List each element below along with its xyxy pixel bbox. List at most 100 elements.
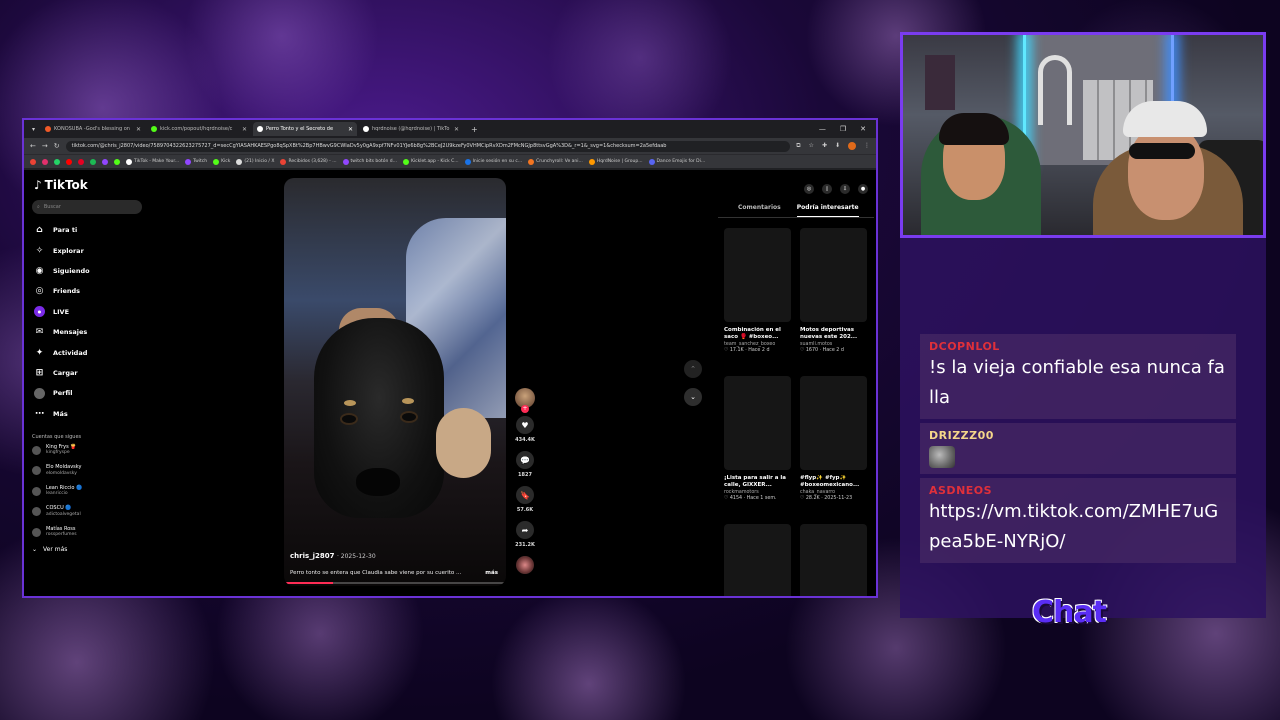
download-video-icon[interactable]: ⇩ <box>840 184 850 194</box>
following-item[interactable]: Lean Riccio 🔵 leanriccio <box>32 481 142 502</box>
video-thumbnail[interactable] <box>724 228 791 322</box>
action-count: 1827 <box>518 472 532 478</box>
chevron-down-icon: ⌄ <box>32 546 38 554</box>
video-thumbnail[interactable] <box>800 524 867 596</box>
previous-video-button[interactable]: ⌃ <box>684 360 702 378</box>
close-icon[interactable]: ✕ <box>860 125 866 133</box>
suggested-video-card[interactable] <box>800 524 867 596</box>
device-icon[interactable]: ▯ <box>822 184 832 194</box>
following-names: Elo Moldavsky elomoldavsky <box>46 464 81 477</box>
tiktok-logo[interactable]: ♪ TikTok <box>34 178 142 192</box>
browser-tab[interactable]: Perro Tonto y el Secreto de ✕ <box>253 122 358 136</box>
url-field[interactable]: tiktok.com/@chris_j2807/video/7589704322… <box>65 140 791 152</box>
bookmark-item[interactable]: (21) Inicio / X <box>236 158 275 165</box>
bookmark-favicon-icon[interactable] <box>54 158 60 165</box>
bookmark-favicon-icon[interactable] <box>78 158 84 165</box>
share-icon[interactable]: ➦ <box>516 521 534 539</box>
minimize-icon[interactable]: — <box>819 125 826 133</box>
browser-tab[interactable]: KONOSUBA -God's blessing on ✕ <box>41 122 145 136</box>
forward-icon[interactable]: → <box>42 142 48 150</box>
suggested-video-card[interactable]: #flyp✨ #fyp✨ #boxeomexicano... chaka_nav… <box>800 376 867 524</box>
profile-avatar[interactable] <box>848 142 856 150</box>
menu-item[interactable]: ◎ Friends <box>32 281 142 301</box>
following-item[interactable]: COSCU 🔵 adictoalvegetal <box>32 501 142 522</box>
new-tab-button[interactable]: + <box>465 125 484 134</box>
card-user: chaka_navarro <box>800 490 836 495</box>
menu-item[interactable]: ⋯ Más <box>32 404 142 424</box>
menu-icon[interactable]: ⋮ <box>864 142 870 150</box>
menu-item-label: Más <box>53 409 68 418</box>
author-avatar[interactable]: + <box>515 388 535 413</box>
bookmark-label: (21) Inicio / X <box>244 159 275 164</box>
suggested-video-card[interactable]: ¡Lista para salir a la calle, GIXXER... … <box>724 376 791 524</box>
follow-plus-icon[interactable]: + <box>521 405 529 413</box>
back-icon[interactable]: ← <box>30 142 36 150</box>
menu-item[interactable]: ◉ Siguiendo <box>32 261 142 281</box>
see-more-link[interactable]: ⌄ Ver más <box>32 546 142 553</box>
user-avatar-icon[interactable]: ● <box>858 184 868 194</box>
bookmark-item[interactable]: TikTok - Make Your... <box>126 158 179 165</box>
menu-item[interactable]: ✦ Actividad <box>32 342 142 362</box>
bookmark-item[interactable]: Dance Emojis for Di... <box>648 158 705 165</box>
following-item[interactable]: Elo Moldavsky elomoldavsky <box>32 460 142 481</box>
bookmark-icon[interactable]: 🔖 <box>516 486 534 504</box>
menu-item[interactable]: Perfil <box>32 383 142 403</box>
sound-disc-icon[interactable] <box>516 556 534 574</box>
suggested-video-card[interactable]: Combinación en el saco 🥊 #boxeo... team_… <box>724 228 791 376</box>
tab-close-icon[interactable]: ✕ <box>454 126 459 133</box>
video-thumbnail[interactable] <box>800 376 867 470</box>
bookmark-item[interactable]: Kicklet.app - Kick C... <box>402 158 459 165</box>
following-icon: ◉ <box>35 265 44 276</box>
video-thumbnail[interactable] <box>800 228 867 322</box>
bookmark-item[interactable]: twitch bits botón d... <box>342 158 397 165</box>
coin-icon[interactable]: ◎ <box>804 184 814 194</box>
tab-comments[interactable]: Comentarios <box>738 204 781 217</box>
reload-icon[interactable]: ↻ <box>54 142 60 150</box>
following-item[interactable]: King Frys 🍟 kingfryspe <box>32 440 142 461</box>
suggested-video-card[interactable]: Motos deportivas nuevas este 202... suam… <box>800 228 867 376</box>
tab-close-icon[interactable]: ✕ <box>242 126 247 133</box>
video-author[interactable]: chris_j2807 · 2025-12-30 <box>290 552 376 560</box>
next-video-button[interactable]: ⌄ <box>684 388 702 406</box>
video-progress-bar[interactable] <box>284 582 506 584</box>
menu-item[interactable]: ⌂ Para ti <box>32 220 142 240</box>
video-thumbnail[interactable] <box>724 524 791 596</box>
tab-close-icon[interactable]: ✕ <box>348 126 353 133</box>
caption-more-link[interactable]: más <box>485 570 498 576</box>
star-icon[interactable]: ☆ <box>809 142 814 150</box>
bookmark-favicon-icon[interactable] <box>42 158 48 165</box>
comment-icon[interactable]: 💬 <box>516 451 534 469</box>
tab-search-icon[interactable]: ▾ <box>28 126 39 133</box>
video-player[interactable]: chris_j2807 · 2025-12-30 Perro tonto se … <box>284 178 506 586</box>
menu-item[interactable]: ⊞ Cargar <box>32 363 142 383</box>
suggested-video-card[interactable] <box>724 524 791 596</box>
bookmark-favicon-icon[interactable] <box>114 158 120 165</box>
menu-item[interactable]: ✉ Mensajes <box>32 322 142 342</box>
bookmark-favicon-icon[interactable] <box>102 158 108 165</box>
bookmark-favicon-icon[interactable] <box>90 158 96 165</box>
browser-tab[interactable]: hqrdnoise (@hqrdnoise) | TikTo ✕ <box>359 122 463 136</box>
download-icon[interactable]: ⬇ <box>835 142 840 150</box>
bookmark-item[interactable]: Inicie sesión en su c... <box>464 158 522 165</box>
bookmark-favicon-icon[interactable] <box>66 158 72 165</box>
cast-icon[interactable]: ⧉ <box>796 142 800 150</box>
bookmark-item[interactable]: Recibidos (3,628) - ... <box>280 158 337 165</box>
heart-icon[interactable]: ♥ <box>516 416 534 434</box>
extensions-icon[interactable]: ✚ <box>822 142 827 150</box>
bookmark-item[interactable]: Twitch <box>185 158 207 165</box>
search-input[interactable]: ⌕ Buscar <box>32 200 142 214</box>
tab-close-icon[interactable]: ✕ <box>136 126 141 133</box>
following-names: COSCU 🔵 adictoalvegetal <box>46 505 81 518</box>
bookmark-item[interactable]: Crunchyroll: Ve ani... <box>528 158 583 165</box>
video-thumbnail[interactable] <box>724 376 791 470</box>
browser-tab[interactable]: kick.com/popout/hqrdnoise/c ✕ <box>147 122 251 136</box>
following-item[interactable]: Matías Ross rossperfumes <box>32 522 142 543</box>
bookmark-item[interactable]: Kick <box>213 158 230 165</box>
bookmark-favicon-icon[interactable] <box>30 158 36 165</box>
menu-item[interactable]: ● LIVE <box>32 302 142 322</box>
bookmark-item[interactable]: HqrdNoise | Group... <box>588 158 643 165</box>
menu-item[interactable]: ✧ Explorar <box>32 240 142 260</box>
maximize-icon[interactable]: ❐ <box>840 125 846 133</box>
search-icon: ⌕ <box>37 204 40 210</box>
tab-suggested[interactable]: Podría interesarte <box>796 204 859 217</box>
